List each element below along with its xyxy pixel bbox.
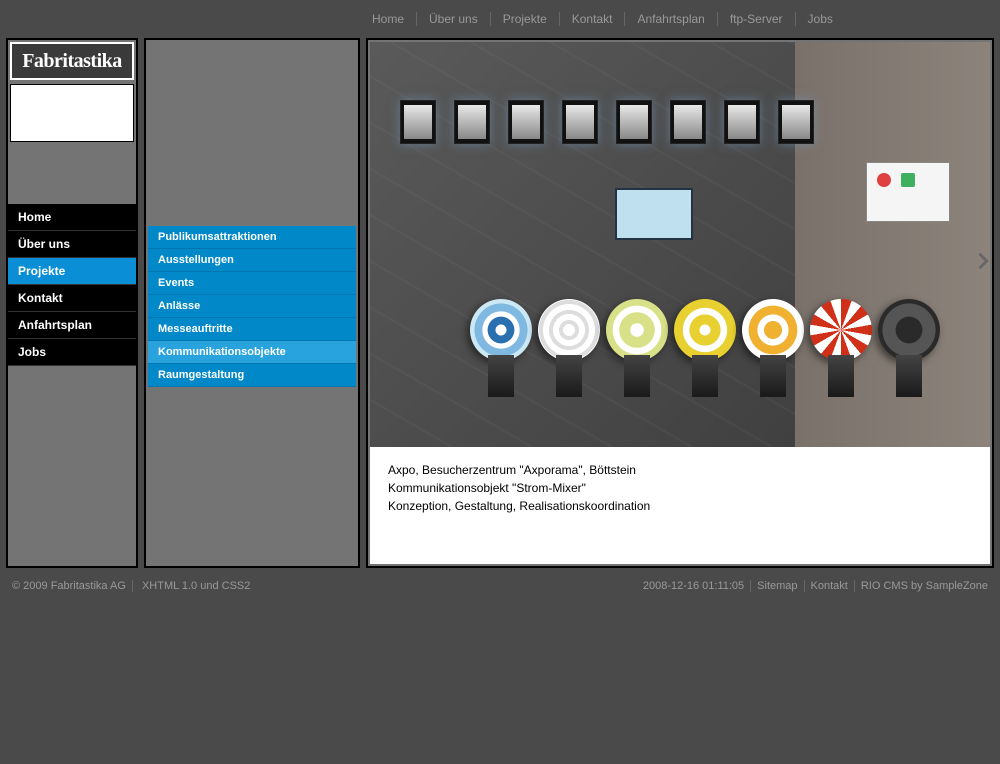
primary-nav-item[interactable]: Jobs	[8, 339, 136, 366]
primary-nav-item[interactable]: Anfahrtsplan	[8, 312, 136, 339]
caption-line: Konzeption, Gestaltung, Realisationskoor…	[388, 497, 972, 515]
footer-left: © 2009 Fabritastika AG XHTML 1.0 und CSS…	[6, 580, 256, 592]
topnav-link[interactable]: Über uns	[417, 12, 491, 26]
top-nav: HomeÜber unsProjekteKontaktAnfahrtsplanf…	[0, 0, 1000, 38]
topnav-link[interactable]: Home	[360, 12, 417, 26]
primary-nav-item[interactable]: Über uns	[8, 231, 136, 258]
main-panel: Axpo, Besucherzentrum "Axporama", Böttst…	[366, 38, 994, 568]
mixer-wheel	[742, 299, 804, 397]
footer-link-wrap: RIO CMS by SampleZone	[855, 580, 994, 592]
sub-nav-item[interactable]: Events	[148, 272, 356, 295]
caption-line: Kommunikationsobjekt "Strom-Mixer"	[388, 479, 972, 497]
project-image	[370, 42, 990, 447]
wall-monitor	[724, 100, 760, 144]
mixer-wheels	[470, 299, 940, 397]
primary-nav-item[interactable]: Kontakt	[8, 285, 136, 312]
topnav-link[interactable]: Jobs	[796, 12, 845, 26]
mixer-wheel	[810, 299, 872, 397]
caption-line: Axpo, Besucherzentrum "Axporama", Böttst…	[388, 461, 972, 479]
logo[interactable]: Fabritastika	[10, 42, 134, 80]
sub-nav-item[interactable]: Raumgestaltung	[148, 364, 356, 387]
footer-standards: XHTML 1.0 und CSS2	[136, 580, 256, 592]
topnav-link[interactable]: ftp-Server	[718, 12, 796, 26]
wall-monitor	[778, 100, 814, 144]
footer-link[interactable]: Kontakt	[811, 580, 848, 592]
primary-nav-item[interactable]: Projekte	[8, 258, 136, 285]
monitor-strip	[400, 100, 814, 144]
sub-nav-item[interactable]: Messeauftritte	[148, 318, 356, 341]
footer-link[interactable]: RIO CMS by SampleZone	[861, 580, 988, 592]
wall-monitor	[670, 100, 706, 144]
wall-monitor	[562, 100, 598, 144]
sub-nav-item[interactable]: Ausstellungen	[148, 249, 356, 272]
wall-monitor	[616, 100, 652, 144]
mixer-wheel	[878, 299, 940, 397]
side-screen	[866, 162, 950, 222]
wall-monitor	[454, 100, 490, 144]
footer-copyright: © 2009 Fabritastika AG	[6, 580, 133, 592]
primary-nav-item[interactable]: Home	[8, 204, 136, 231]
next-arrow[interactable]	[972, 250, 994, 275]
footer-link[interactable]: Sitemap	[757, 580, 797, 592]
mixer-wheel	[470, 299, 532, 397]
sub-nav-item[interactable]: Kommunikationsobjekte	[148, 341, 356, 364]
mixer-wheel	[538, 299, 600, 397]
footer-link-wrap: Sitemap	[751, 580, 804, 592]
sub-nav: PublikumsattraktionenAusstellungenEvents…	[146, 226, 358, 387]
wall-monitor	[400, 100, 436, 144]
sub-nav-item[interactable]: Publikumsattraktionen	[148, 226, 356, 249]
logo-text: Fabritastika	[22, 50, 122, 73]
footer-link-wrap: Kontakt	[805, 580, 855, 592]
wall-monitor	[508, 100, 544, 144]
topnav-link[interactable]: Anfahrtsplan	[625, 12, 717, 26]
chevron-right-icon	[972, 250, 994, 272]
primary-nav: HomeÜber unsProjekteKontaktAnfahrtsplanJ…	[8, 204, 136, 366]
topnav-link[interactable]: Projekte	[491, 12, 560, 26]
topnav-link[interactable]: Kontakt	[560, 12, 626, 26]
caption-box: Axpo, Besucherzentrum "Axporama", Böttst…	[370, 447, 990, 564]
footer: © 2009 Fabritastika AG XHTML 1.0 und CSS…	[0, 572, 1000, 600]
mixer-wheel	[674, 299, 736, 397]
sub-panel: PublikumsattraktionenAusstellungenEvents…	[144, 38, 360, 568]
info-screen	[615, 188, 693, 240]
mixer-wheel	[606, 299, 668, 397]
content-frame: Fabritastika HomeÜber unsProjekteKontakt…	[0, 38, 1000, 568]
footer-right: 2008-12-16 01:11:05 Sitemap Kontakt RIO CMS…	[637, 580, 994, 592]
logo-secondary-box	[10, 84, 134, 142]
sub-nav-item[interactable]: Anlässe	[148, 295, 356, 318]
left-panel: Fabritastika HomeÜber unsProjekteKontakt…	[6, 38, 138, 568]
footer-timestamp: 2008-12-16 01:11:05	[637, 580, 751, 592]
